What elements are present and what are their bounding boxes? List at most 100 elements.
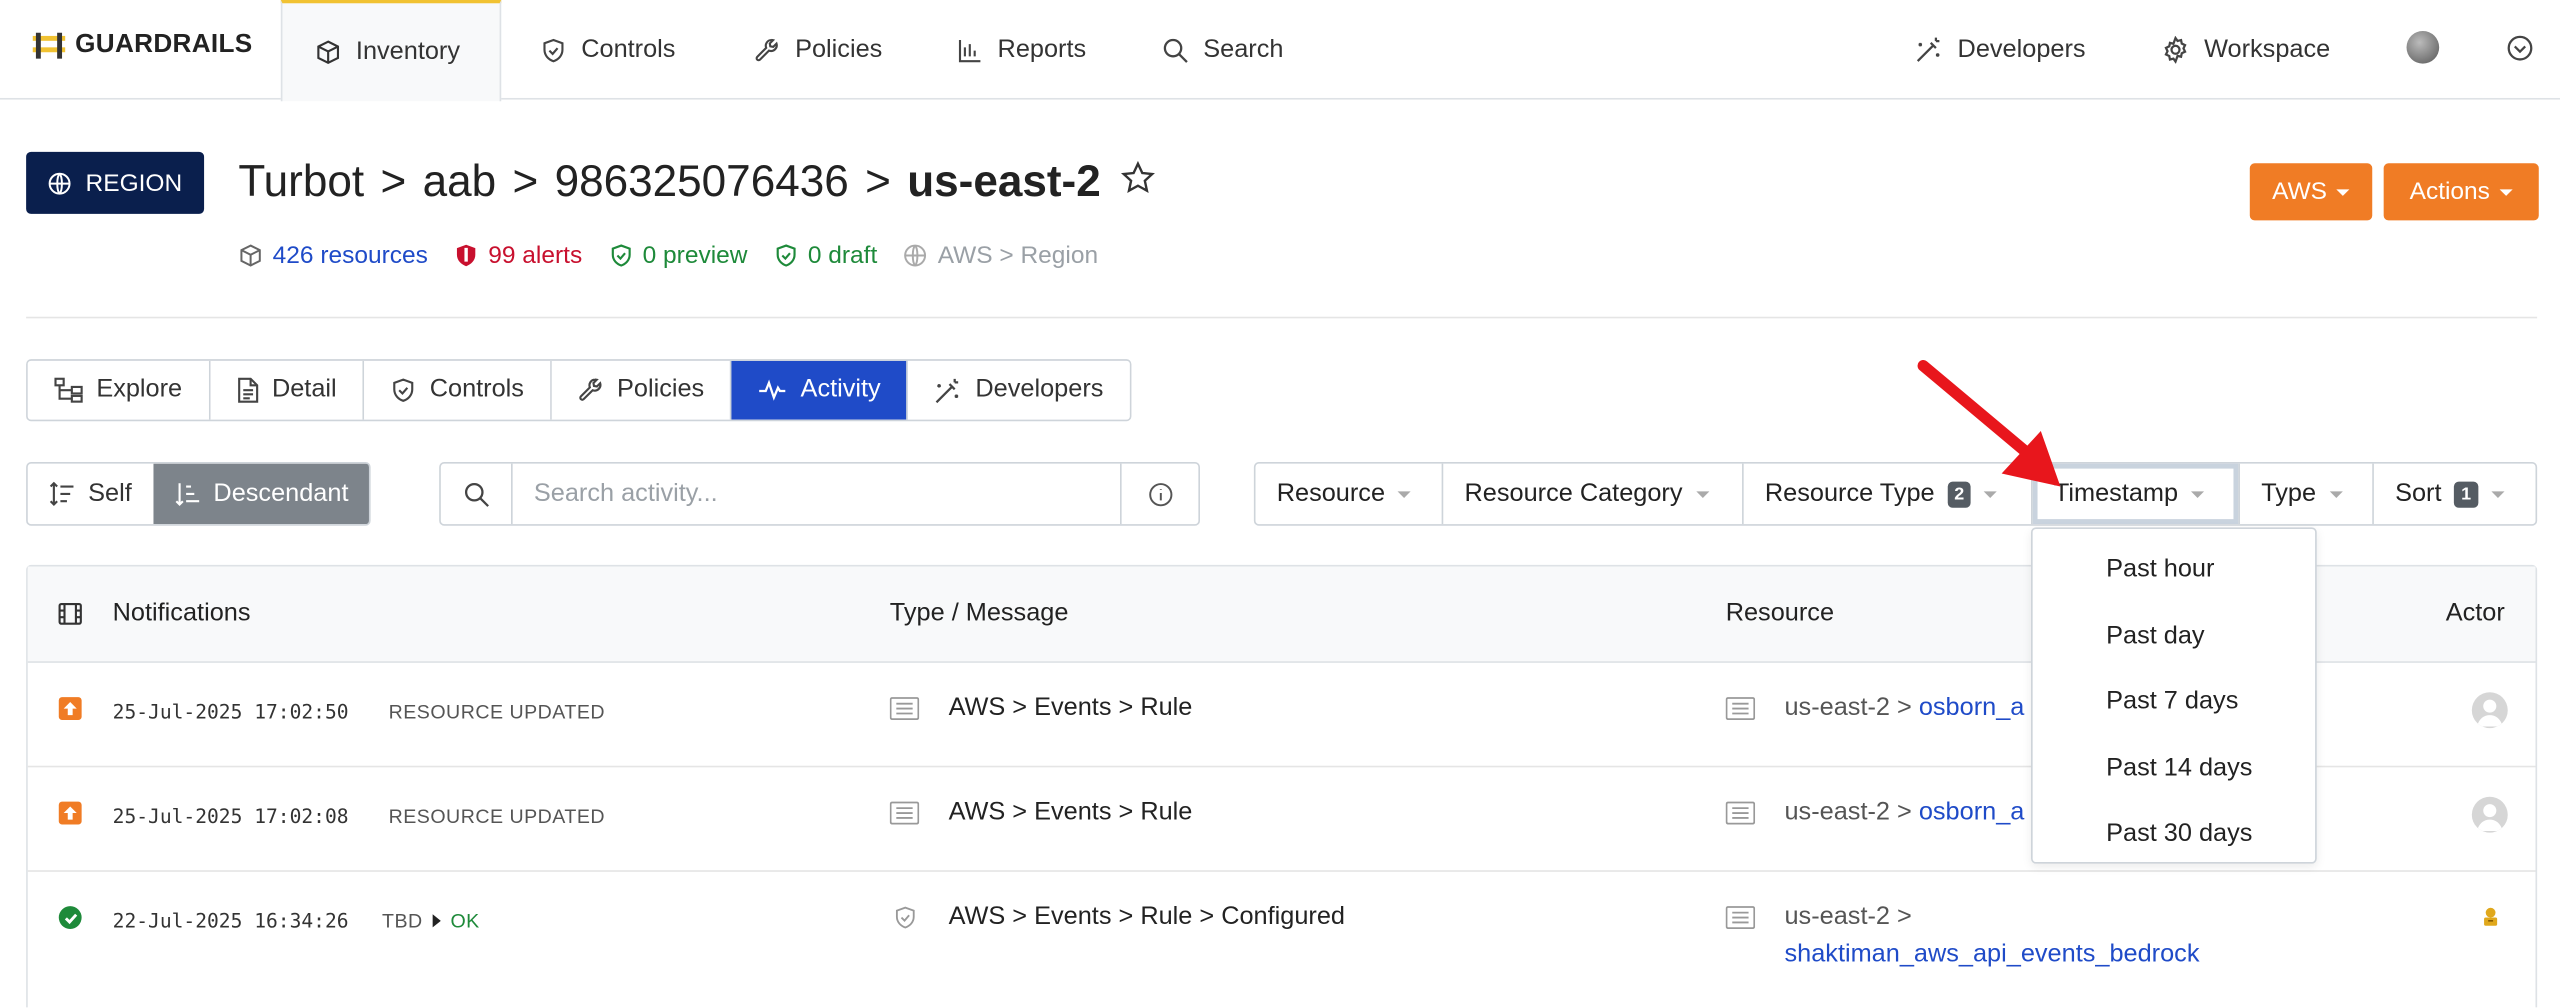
- breadcrumb: Turbot > aab > 986325076436 > us-east-2: [238, 157, 1156, 208]
- tab-label: Policies: [617, 375, 705, 404]
- resource-link[interactable]: shaktiman_aws_api_events_bedrock: [1784, 940, 2199, 968]
- tab-activity[interactable]: Activity: [731, 360, 909, 420]
- tab-detail[interactable]: Detail: [209, 360, 365, 420]
- nav-policies[interactable]: Policies: [754, 0, 882, 100]
- search-icon: [441, 463, 513, 525]
- nav-workspace[interactable]: Workspace: [2162, 0, 2331, 100]
- button-label: Self: [88, 479, 132, 507]
- column-header-type[interactable]: Type / Message: [890, 599, 1069, 628]
- shield-check-icon: [893, 904, 917, 930]
- cube-icon: [240, 244, 261, 267]
- filter-resource[interactable]: Resource: [1256, 463, 1444, 525]
- user-avatar[interactable]: [2406, 31, 2440, 64]
- brand-name: GUARDRAILS: [75, 31, 253, 59]
- menu-item-past-30-days[interactable]: Past 30 days: [2033, 802, 2315, 868]
- tab-developers[interactable]: Developers: [908, 360, 1130, 420]
- event-message[interactable]: AWS > Events > Rule > Configured: [949, 903, 1345, 932]
- filter-type[interactable]: Type: [2240, 463, 2374, 525]
- state-transition: TBD OK: [382, 909, 480, 932]
- tab-policies[interactable]: Policies: [551, 360, 732, 420]
- menu-item-past-7-days[interactable]: Past 7 days: [2033, 669, 2315, 735]
- button-label: Actions: [2409, 177, 2490, 206]
- draft-count[interactable]: 0 draft: [774, 241, 878, 270]
- breadcrumb-item[interactable]: Turbot: [238, 157, 364, 208]
- wrench-icon: [755, 38, 778, 61]
- event-type-label: RESOURCE UPDATED: [388, 700, 606, 724]
- column-header-notifications[interactable]: Notifications: [113, 599, 251, 628]
- event-timestamp[interactable]: 25-Jul-2025 17:02:08: [113, 805, 349, 828]
- event-timestamp[interactable]: 22-Jul-2025 16:34:26: [113, 909, 349, 932]
- previous-state: TBD: [382, 909, 423, 933]
- search-input[interactable]: Search activity...: [513, 464, 1120, 524]
- sort-list-icon: [49, 481, 74, 506]
- scope-descendant-button[interactable]: Descendant: [153, 463, 370, 525]
- menu-item-past-14-days[interactable]: Past 14 days: [2033, 736, 2315, 802]
- tab-label: Activity: [800, 375, 881, 404]
- actor-avatar[interactable]: [2471, 796, 2508, 833]
- menu-item-past-hour[interactable]: Past hour: [2033, 537, 2315, 603]
- nav-controls[interactable]: Controls: [540, 0, 675, 100]
- preview-count[interactable]: 0 preview: [608, 242, 747, 269]
- ok-check-icon: [58, 906, 82, 929]
- resource-link[interactable]: osborn_a: [1919, 694, 2025, 722]
- stat-label: 0 draft: [807, 241, 878, 270]
- scope-toggle: Self Descendant: [26, 462, 372, 526]
- aws-dropdown-button[interactable]: AWS: [2249, 163, 2373, 221]
- activity-search: Search activity...: [439, 462, 1200, 526]
- resource-parent: us-east-2 >: [1784, 902, 1912, 931]
- resource-path: us-east-2 > shaktiman_aws_api_events_bedr…: [1784, 898, 2274, 973]
- red-arrow-annotation-icon: [1917, 359, 2061, 487]
- caret-down-icon: [1398, 490, 1412, 498]
- badge-label: REGION: [85, 168, 183, 197]
- column-header-resource[interactable]: Resource: [1726, 599, 1834, 628]
- filter-sort[interactable]: Sort 1: [2374, 464, 2536, 524]
- table-row[interactable]: 22-Jul-2025 16:34:26 TBD OK AWS > Events…: [28, 872, 2536, 1008]
- nav-label: Inventory: [355, 37, 461, 66]
- caret-down-icon: [2490, 490, 2504, 498]
- event-timestamp[interactable]: 25-Jul-2025 17:02:50: [113, 700, 349, 723]
- filter-resource-category[interactable]: Resource Category: [1443, 463, 1744, 525]
- document-icon: [237, 377, 258, 403]
- film-strip-icon: [57, 601, 83, 627]
- nav-search[interactable]: Search: [1162, 0, 1283, 100]
- shield-check-icon: [393, 378, 414, 402]
- star-icon[interactable]: [1120, 159, 1156, 195]
- resource-type-path[interactable]: AWS > Region: [903, 242, 1098, 269]
- shield-check-icon: [776, 244, 796, 267]
- info-icon[interactable]: [1119, 463, 1198, 525]
- resources-count[interactable]: 426 resources: [238, 242, 428, 269]
- event-message[interactable]: AWS > Events > Rule: [949, 694, 1193, 723]
- profile-menu-chevron-icon[interactable]: [2506, 34, 2534, 62]
- resource-link[interactable]: osborn_a: [1919, 798, 2025, 826]
- list-icon: [889, 801, 920, 825]
- list-icon: [889, 697, 920, 720]
- tab-controls[interactable]: Controls: [364, 360, 552, 420]
- column-header-actor[interactable]: Actor: [2446, 599, 2505, 628]
- nav-reports[interactable]: Reports: [957, 0, 1086, 100]
- event-type-label: RESOURCE UPDATED: [388, 804, 606, 828]
- nav-label: Policies: [795, 35, 883, 63]
- breadcrumb-separator: >: [865, 156, 891, 206]
- event-message[interactable]: AWS > Events > Rule: [949, 798, 1193, 827]
- actions-dropdown-button[interactable]: Actions: [2383, 163, 2539, 221]
- resource-path: us-east-2 > osborn_a: [1784, 689, 2024, 727]
- globe-icon: [49, 171, 72, 194]
- caret-down-icon: [1695, 490, 1709, 498]
- alerts-count[interactable]: 99 alerts: [454, 242, 582, 269]
- gear-icon: [2164, 35, 2187, 64]
- tab-label: Controls: [429, 375, 524, 404]
- actor-avatar[interactable]: [2471, 692, 2508, 729]
- button-label: Descendant: [213, 479, 349, 507]
- actor-bot-icon[interactable]: [2482, 906, 2500, 927]
- brand-logo[interactable]: GUARDRAILS: [32, 31, 253, 60]
- filter-label: Sort: [2395, 479, 2442, 507]
- nav-label: Workspace: [2204, 35, 2331, 63]
- page-title: us-east-2: [907, 156, 1101, 206]
- nav-inventory[interactable]: Inventory: [280, 0, 502, 102]
- menu-item-past-day[interactable]: Past day: [2033, 603, 2315, 669]
- breadcrumb-item[interactable]: aab: [423, 157, 497, 208]
- tab-explore[interactable]: Explore: [27, 360, 210, 420]
- scope-self-button[interactable]: Self: [28, 464, 153, 524]
- breadcrumb-item[interactable]: 986325076436: [555, 157, 849, 208]
- nav-developers[interactable]: Developers: [1915, 0, 2086, 100]
